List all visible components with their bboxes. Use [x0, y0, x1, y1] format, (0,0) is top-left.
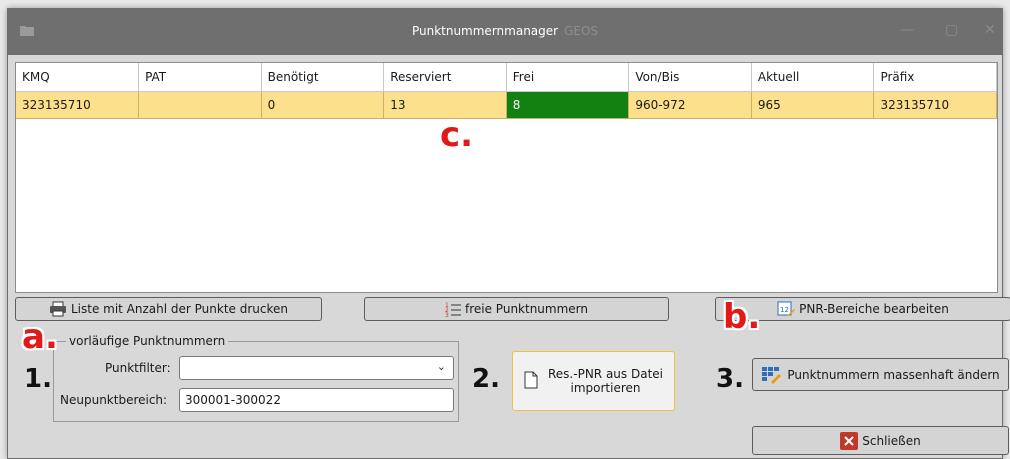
new-point-range-input[interactable]: 300001-300022	[179, 388, 454, 412]
close-icon	[840, 431, 859, 450]
cell-aktuell[interactable]: 965	[751, 91, 875, 119]
svg-text:3: 3	[445, 312, 449, 317]
group-legend: vorläufige Punktnummern	[66, 334, 229, 348]
title-bar: Punktnummernmanager GEOS — ▢ ✕	[8, 9, 1002, 55]
free-numbers-label: freie Punktnummern	[465, 302, 588, 316]
preliminary-numbers-group: vorläufige Punktnummern Punktfilter: ⌄ N…	[53, 334, 459, 422]
cell-von-bis[interactable]: 960-972	[628, 91, 752, 119]
annotation-a: a.	[22, 317, 58, 357]
dialog-window: Punktnummernmanager GEOS — ▢ ✕ KMQ PAT Be…	[7, 8, 1010, 459]
annotation-b: b.	[723, 297, 761, 337]
edit-ranges-label: PNR-Bereiche bearbeiten	[799, 302, 949, 316]
grid-edit-icon	[761, 366, 783, 384]
printer-icon	[49, 301, 67, 317]
close-button[interactable]: Schließen	[752, 426, 1009, 455]
print-list-label: Liste mit Anzahl der Punkte drucken	[70, 302, 289, 316]
cell-benoetigt[interactable]: 0	[261, 91, 385, 119]
window-title: Punktnummernmanager GEOS	[411, 24, 599, 38]
minimize-icon[interactable]: —	[900, 22, 914, 38]
table-row[interactable]: 323135710 0 13 8 960-972 965 323135710	[16, 91, 997, 119]
column-header-frei[interactable]: Frei	[506, 63, 630, 92]
column-header-benoetigt[interactable]: Benötigt	[261, 63, 385, 92]
column-header-kmq[interactable]: KMQ	[16, 63, 140, 92]
print-list-button[interactable]: Liste mit Anzahl der Punkte drucken	[15, 297, 322, 321]
cell-pat[interactable]	[138, 91, 262, 119]
mass-change-button[interactable]: Punktnummern massenhaft ändern	[752, 358, 1009, 391]
numbered-list-icon: 1 2 3	[445, 301, 461, 317]
new-point-range-label: Neupunktbereich:	[60, 393, 168, 407]
annotation-c: c.	[440, 115, 474, 155]
cell-praefix[interactable]: 323135710	[873, 91, 997, 119]
close-window-icon[interactable]: ✕	[984, 22, 996, 38]
cell-kmq[interactable]: 323135710	[16, 91, 140, 119]
maximize-icon[interactable]: ▢	[945, 22, 958, 38]
column-header-praefix[interactable]: Präfix	[873, 63, 997, 92]
free-numbers-button[interactable]: 1 2 3 freie Punktnummern	[364, 297, 669, 321]
mass-change-label: Punktnummern massenhaft ändern	[787, 367, 1000, 382]
import-reserved-pnr-button[interactable]: Res.-PNR aus Datei importieren	[512, 351, 675, 411]
close-label: Schließen	[862, 433, 921, 448]
cell-frei[interactable]: 8	[506, 91, 630, 119]
document-icon	[524, 371, 538, 392]
column-header-von-bis[interactable]: Von/Bis	[628, 63, 752, 92]
column-header-pat[interactable]: PAT	[138, 63, 262, 92]
point-filter-label: Punktfilter:	[105, 361, 171, 375]
annotation-1: 1.	[24, 364, 52, 394]
column-header-reserviert[interactable]: Reserviert	[383, 63, 507, 92]
point-number-grid[interactable]: KMQ PAT Benötigt Reserviert Frei Von/Bis…	[15, 62, 998, 293]
point-filter-select[interactable]: ⌄	[179, 356, 454, 380]
svg-text:12: 12	[780, 306, 789, 314]
import-button-label: Res.-PNR aus Datei importieren	[548, 367, 663, 395]
range-edit-icon: 12	[777, 301, 796, 317]
chevron-down-icon: ⌄	[436, 360, 446, 373]
annotation-2: 2.	[472, 364, 500, 394]
column-header-aktuell[interactable]: Aktuell	[751, 63, 875, 92]
grid-header-row: KMQ PAT Benötigt Reserviert Frei Von/Bis…	[16, 63, 997, 92]
annotation-3: 3.	[716, 364, 744, 394]
new-point-range-value: 300001-300022	[185, 393, 281, 407]
